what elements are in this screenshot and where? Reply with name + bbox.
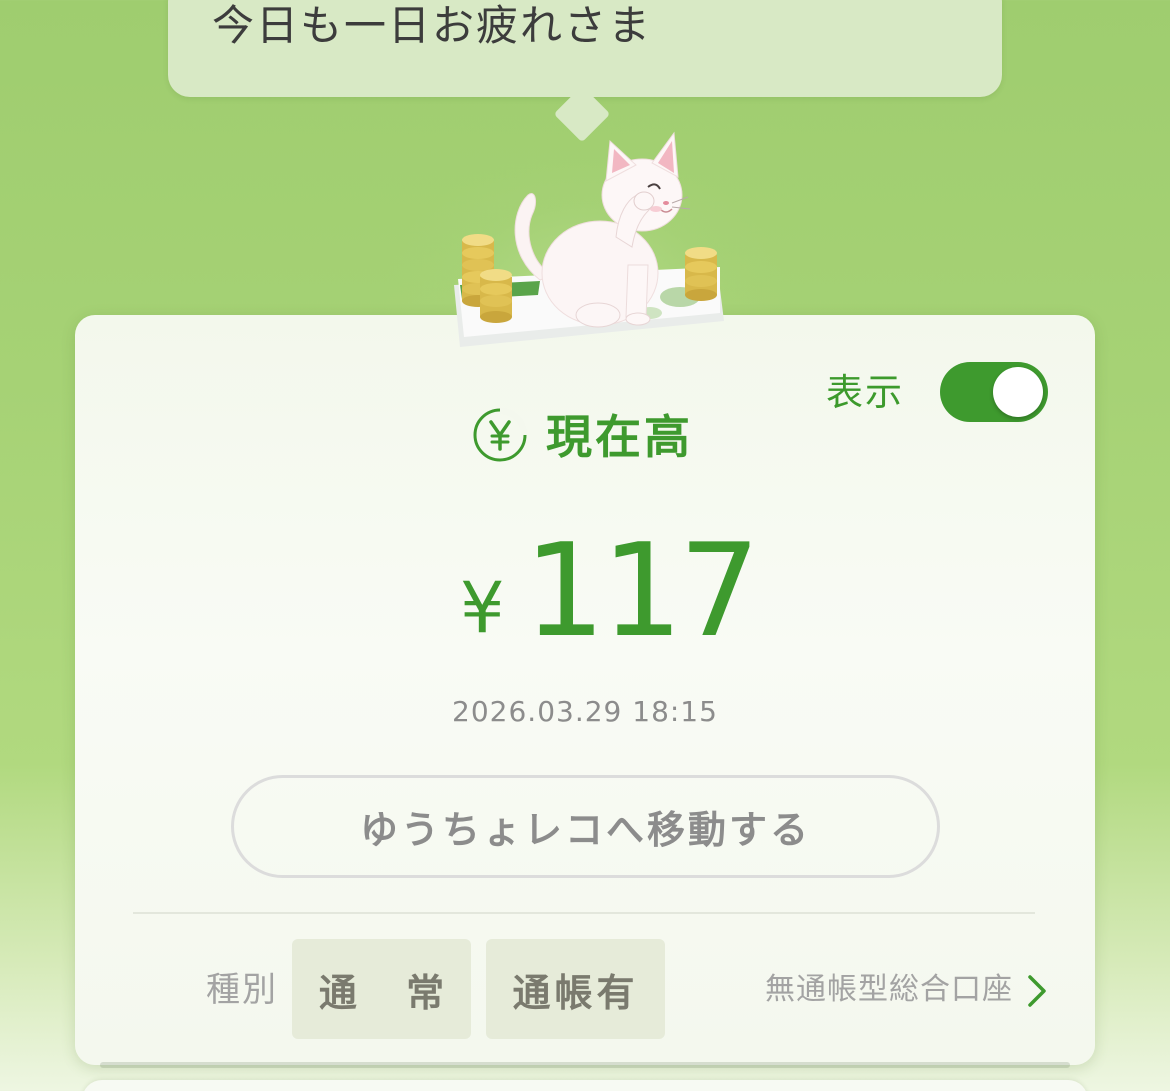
- account-tag-passbook: 通帳有: [486, 939, 665, 1039]
- move-to-yucho-reco-button[interactable]: ゆうちょレコへ移動する: [231, 775, 940, 878]
- balance-amount: 117: [524, 517, 760, 666]
- balance-title: 現在高: [546, 410, 693, 464]
- currency-symbol: ¥: [460, 567, 505, 649]
- account-detail-link[interactable]: 無通帳型総合口座: [765, 968, 1013, 1012]
- balance-timestamp: 2026.03.29 18:15: [452, 695, 718, 728]
- display-toggle[interactable]: [940, 362, 1048, 422]
- account-tag-normal: 通 常: [292, 939, 471, 1039]
- chevron-right-icon[interactable]: [1025, 974, 1049, 1008]
- card-bottom-edge: [100, 1062, 1070, 1068]
- divider: [133, 912, 1035, 914]
- toggle-knob: [993, 367, 1043, 417]
- greeting-text: 今日も一日お疲れさま: [212, 1, 653, 50]
- display-toggle-label: 表示: [826, 371, 904, 414]
- cat-mascot-icon: [454, 131, 724, 347]
- next-card: [82, 1080, 1088, 1091]
- yen-circle-icon: [473, 408, 527, 462]
- account-type-label: 種別: [206, 970, 278, 1010]
